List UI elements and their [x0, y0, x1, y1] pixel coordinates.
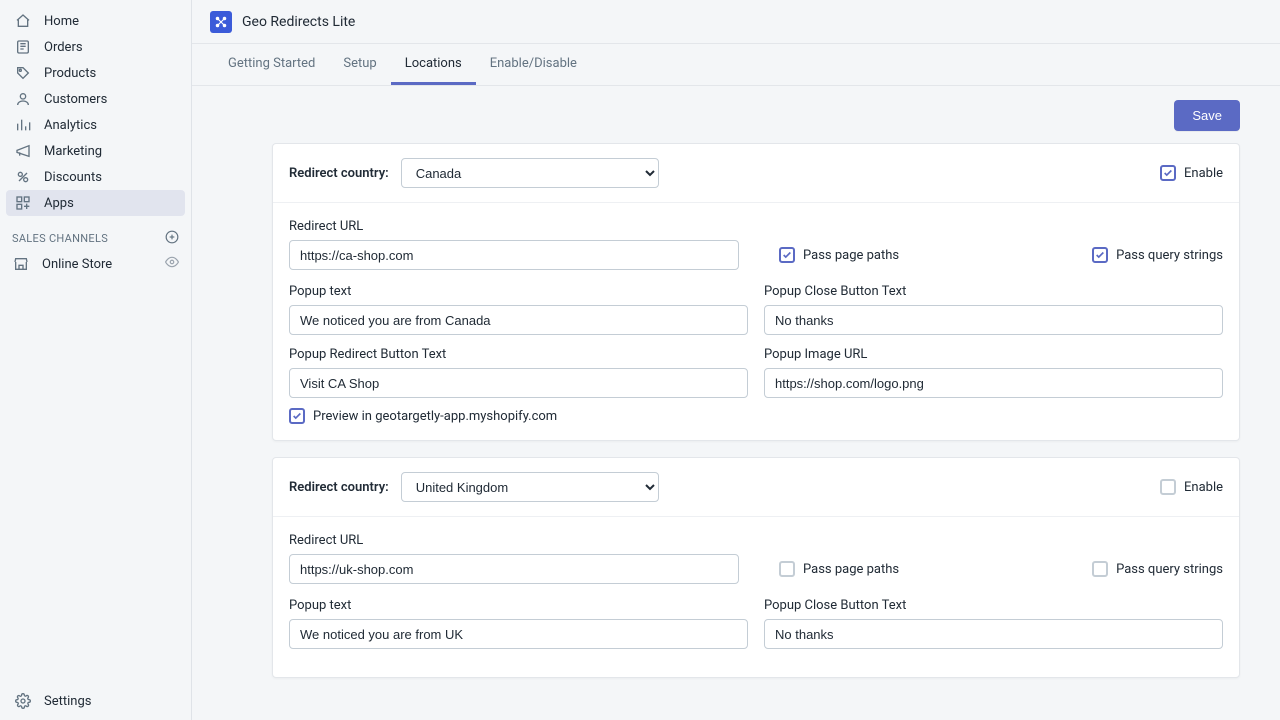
pass-page-paths-label: Pass page paths [803, 562, 899, 577]
sidebar-item-discounts[interactable]: Discounts [6, 164, 185, 190]
channel-label: Online Store [42, 257, 165, 272]
pass-query-strings-label: Pass query strings [1116, 248, 1223, 263]
pass-page-paths-label: Pass page paths [803, 248, 899, 263]
pass-query-strings-checkbox[interactable] [1092, 247, 1108, 263]
popup-redirect-button-input[interactable] [289, 368, 748, 398]
sidebar-item-products[interactable]: Products [6, 60, 185, 86]
enable-label: Enable [1184, 480, 1223, 495]
sidebar-item-label: Discounts [44, 170, 177, 185]
redirect-card: Redirect country: United Kingdom Enable … [272, 457, 1240, 678]
sidebar-item-customers[interactable]: Customers [6, 86, 185, 112]
save-button[interactable]: Save [1174, 100, 1240, 131]
sidebar-item-settings[interactable]: Settings [6, 688, 185, 714]
topbar: Geo Redirects Lite [192, 0, 1280, 44]
sidebar-item-home[interactable]: Home [6, 8, 185, 34]
popup-text-input[interactable] [289, 305, 748, 335]
pass-page-paths-checkbox[interactable] [779, 561, 795, 577]
pass-query-strings-checkbox[interactable] [1092, 561, 1108, 577]
redirect-url-label: Redirect URL [289, 533, 739, 548]
popup-image-url-input[interactable] [764, 368, 1223, 398]
app-icon [210, 11, 232, 33]
online-store-channel[interactable]: Online Store [0, 251, 191, 277]
sidebar: Home Orders Products Customers Analytics Mark… [0, 0, 192, 720]
preview-label: Preview in geotargetly-app.myshopify.com [313, 409, 557, 424]
tab-enable-disable[interactable]: Enable/Disable [476, 44, 591, 85]
popup-close-text-input[interactable] [764, 619, 1223, 649]
sidebar-item-label: Apps [44, 196, 177, 211]
home-icon [14, 12, 32, 30]
tabs: Getting StartedSetupLocationsEnable/Disa… [192, 44, 1280, 86]
country-select[interactable]: United Kingdom [401, 472, 659, 502]
tab-setup[interactable]: Setup [329, 44, 390, 85]
sidebar-item-apps[interactable]: Apps [6, 190, 185, 216]
tab-getting-started[interactable]: Getting Started [214, 44, 329, 85]
country-select[interactable]: Canada [401, 158, 659, 188]
popup-close-text-label: Popup Close Button Text [764, 284, 1223, 299]
discounts-icon [14, 168, 32, 186]
redirect-card: Redirect country: Canada Enable Redirect… [272, 143, 1240, 441]
marketing-icon [14, 142, 32, 160]
apps-icon [14, 194, 32, 212]
redirect-country-label: Redirect country: [289, 480, 389, 495]
redirect-url-input[interactable] [289, 240, 739, 270]
sidebar-item-label: Home [44, 14, 177, 29]
analytics-icon [14, 116, 32, 134]
sidebar-item-label: Customers [44, 92, 177, 107]
sidebar-item-label: Products [44, 66, 177, 81]
popup-text-label: Popup text [289, 284, 748, 299]
sidebar-item-orders[interactable]: Orders [6, 34, 185, 60]
customers-icon [14, 90, 32, 108]
redirect-url-input[interactable] [289, 554, 739, 584]
popup-redirect-button-label: Popup Redirect Button Text [289, 347, 748, 362]
content-scroll[interactable]: Save Redirect country: Canada Enable Red… [192, 86, 1280, 720]
sidebar-item-marketing[interactable]: Marketing [6, 138, 185, 164]
sales-channels-label: SALES CHANNELS [12, 232, 108, 245]
pass-query-strings-label: Pass query strings [1116, 562, 1223, 577]
popup-close-text-label: Popup Close Button Text [764, 598, 1223, 613]
popup-close-text-input[interactable] [764, 305, 1223, 335]
enable-checkbox[interactable] [1160, 479, 1176, 495]
orders-icon [14, 38, 32, 56]
online-store-icon [12, 255, 30, 273]
redirect-url-label: Redirect URL [289, 219, 739, 234]
sidebar-item-label: Orders [44, 40, 177, 55]
gear-icon [14, 692, 32, 710]
preview-checkbox[interactable] [289, 408, 305, 424]
sidebar-item-analytics[interactable]: Analytics [6, 112, 185, 138]
settings-label: Settings [44, 694, 177, 709]
main-content: Geo Redirects Lite Getting StartedSetupL… [192, 0, 1280, 720]
redirect-country-label: Redirect country: [289, 166, 389, 181]
eye-icon[interactable] [165, 255, 179, 273]
tab-locations[interactable]: Locations [391, 44, 476, 85]
popup-image-url-label: Popup Image URL [764, 347, 1223, 362]
sidebar-item-label: Analytics [44, 118, 177, 133]
pass-page-paths-checkbox[interactable] [779, 247, 795, 263]
sidebar-item-label: Marketing [44, 144, 177, 159]
enable-checkbox[interactable] [1160, 165, 1176, 181]
sales-channels-header: SALES CHANNELS [0, 216, 191, 251]
add-channel-icon[interactable] [165, 230, 179, 247]
popup-text-label: Popup text [289, 598, 748, 613]
app-title: Geo Redirects Lite [242, 14, 355, 30]
products-icon [14, 64, 32, 82]
popup-text-input[interactable] [289, 619, 748, 649]
enable-label: Enable [1184, 166, 1223, 181]
